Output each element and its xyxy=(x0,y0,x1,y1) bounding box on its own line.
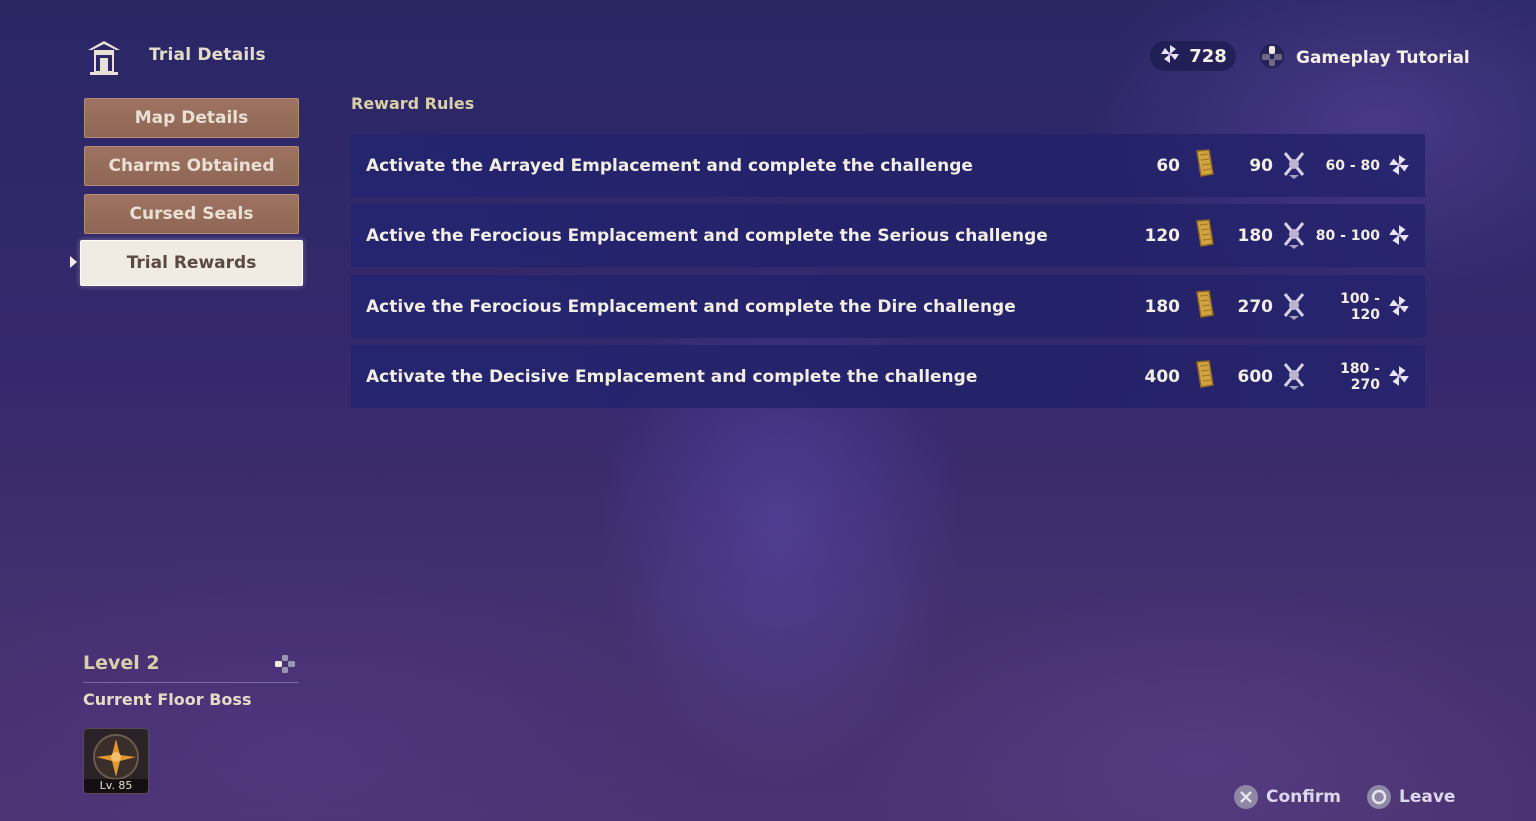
reward-row: Activate the Arrayed Emplacement and com… xyxy=(351,134,1425,197)
leave-label: Leave xyxy=(1399,787,1456,807)
tab-map-details[interactable]: Map Details xyxy=(84,98,299,138)
reward-condition: Activate the Decisive Emplacement and co… xyxy=(366,366,978,387)
ticket-reward-value: 120 xyxy=(1144,225,1181,246)
selected-arrow-icon xyxy=(70,256,77,268)
reward-condition: Active the Ferocious Emplacement and com… xyxy=(366,225,1048,246)
currency-counter: 728 xyxy=(1150,41,1236,71)
cross-button-icon xyxy=(1234,785,1258,809)
reward-condition: Active the Ferocious Emplacement and com… xyxy=(366,296,1016,317)
section-title: Reward Rules xyxy=(351,94,475,113)
boss-level: Lv. 85 xyxy=(84,779,148,793)
tab-label: Charms Obtained xyxy=(108,156,275,176)
pinwheel-token-icon xyxy=(1387,293,1411,323)
token-reward-range: 80 - 100 xyxy=(1315,227,1380,244)
circle-button-icon xyxy=(1367,785,1391,809)
reward-condition: Activate the Arrayed Emplacement and com… xyxy=(366,155,973,176)
level-label: Level 2 xyxy=(83,652,160,674)
page-title: Trial Details xyxy=(149,45,266,65)
ticket-reward-value: 180 xyxy=(1144,296,1181,317)
pinwheel-token-icon xyxy=(1159,43,1181,69)
tab-charms-obtained[interactable]: Charms Obtained xyxy=(84,146,299,186)
divider xyxy=(83,682,299,683)
trial-pagoda-icon xyxy=(84,38,124,76)
confirm-label: Confirm xyxy=(1266,787,1341,807)
pinwheel-token-icon xyxy=(1387,363,1411,393)
badge-reward-value: 180 xyxy=(1237,225,1274,246)
floor-boss-label: Current Floor Boss xyxy=(83,690,252,709)
badge-reward-value: 90 xyxy=(1249,155,1273,176)
token-reward-range: 60 - 80 xyxy=(1325,157,1380,174)
token-reward-range: 180 -270 xyxy=(1340,360,1380,393)
token-reward-range: 100 -120 xyxy=(1340,290,1380,323)
tutorial-label: Gameplay Tutorial xyxy=(1296,48,1470,68)
ticket-reward-value: 60 xyxy=(1156,155,1180,176)
ticket-reward-value: 400 xyxy=(1144,366,1181,387)
pinwheel-token-icon xyxy=(1387,222,1411,252)
tab-label: Cursed Seals xyxy=(129,204,254,224)
boss-portrait[interactable]: Lv. 85 xyxy=(83,728,149,794)
pinwheel-token-icon xyxy=(1387,152,1411,182)
tab-label: Map Details xyxy=(134,108,249,128)
tab-label: Trial Rewards xyxy=(126,253,257,273)
reward-row: Active the Ferocious Emplacement and com… xyxy=(351,204,1425,267)
badge-reward-value: 270 xyxy=(1237,296,1274,317)
leave-button[interactable]: Leave xyxy=(1367,785,1455,809)
gameplay-tutorial-button[interactable]: Gameplay Tutorial xyxy=(1258,42,1470,74)
controller-icon xyxy=(1258,42,1286,74)
tab-cursed-seals[interactable]: Cursed Seals xyxy=(84,194,299,234)
badge-reward-value: 600 xyxy=(1237,366,1274,387)
tab-trial-rewards[interactable]: Trial Rewards xyxy=(80,240,303,286)
reward-row: Active the Ferocious Emplacement and com… xyxy=(351,275,1425,338)
reward-row: Activate the Decisive Emplacement and co… xyxy=(351,345,1425,408)
confirm-button[interactable]: Confirm xyxy=(1234,785,1341,809)
controller-icon[interactable] xyxy=(274,654,296,678)
currency-amount: 728 xyxy=(1189,45,1227,67)
